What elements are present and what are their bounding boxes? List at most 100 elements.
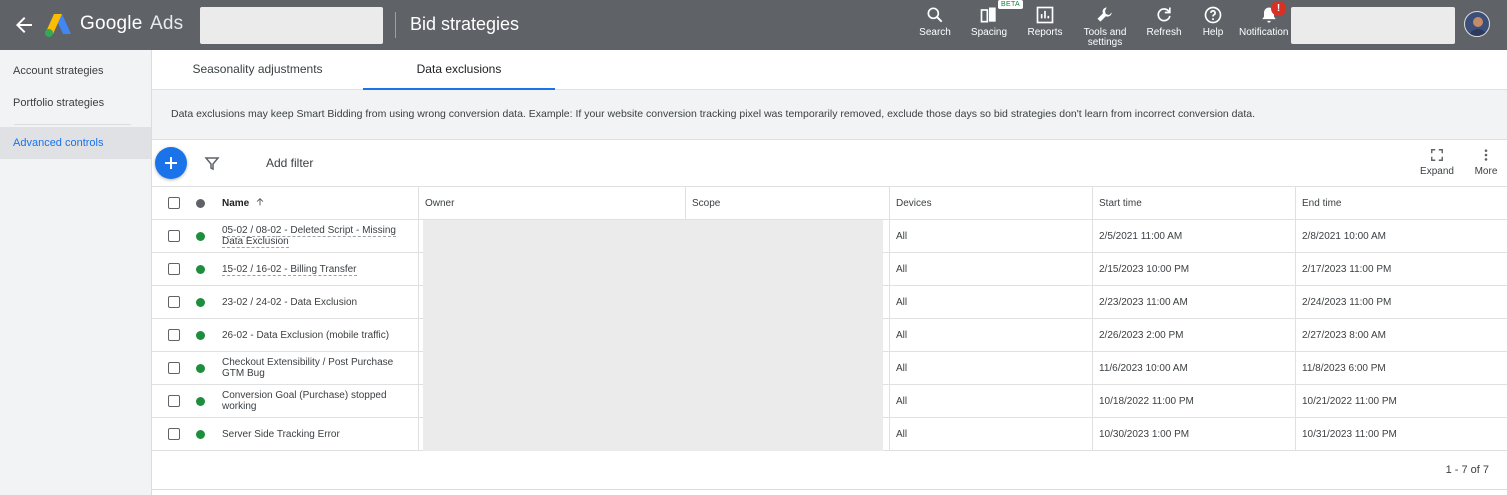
column-header-start-time[interactable]: Start time [1099,187,1142,220]
status-enabled-icon [196,397,205,406]
plus-icon [165,157,177,169]
search-button[interactable]: Search [917,4,953,38]
end-time-cell: 2/24/2023 11:00 PM [1302,297,1392,308]
column-header-end-time[interactable]: End time [1302,187,1341,220]
exclusion-name-link[interactable]: 05-02 / 08-02 - Deleted Script - Missing… [222,225,417,248]
start-time-cell: 2/5/2021 11:00 AM [1099,231,1183,242]
notification-badge: ! [1271,1,1286,16]
reports-button[interactable]: Reports [1025,4,1065,38]
tab-seasonality-adjustments[interactable]: Seasonality adjustments [152,50,363,90]
tab-bar: Seasonality adjustments Data exclusions [152,50,1507,90]
brand-google: Google [80,13,143,34]
avatar-icon [1469,17,1487,36]
sidebar-item-account-strategies[interactable]: Account strategies [0,55,151,87]
exclusion-name: 26-02 - Data Exclusion (mobile traffic) [222,330,390,341]
account-selector-redacted[interactable] [200,7,383,44]
end-time-cell: 10/21/2022 11:00 PM [1302,396,1397,407]
select-all-checkbox[interactable] [168,197,180,209]
notifications-label: Notification [1239,27,1289,38]
owner-scope-redacted [423,220,883,451]
devices-cell: All [896,363,908,374]
status-enabled-icon [196,232,205,241]
beta-badge: BETA [998,0,1023,9]
row-checkbox[interactable] [168,296,180,308]
column-header-devices[interactable]: Devices [896,187,932,220]
table-header: Name Owner Scope Devices Start time End … [152,187,1507,220]
expand-button[interactable]: Expand [1417,148,1457,177]
exclusion-name-link[interactable]: Server Side Tracking Error [222,429,417,440]
devices-cell: All [896,396,908,407]
column-header-scope[interactable]: Scope [692,187,720,220]
sidebar-item-advanced-controls[interactable]: Advanced controls [0,127,151,159]
exclusion-name-link[interactable]: 15-02 / 16-02 - Billing Transfer [222,264,417,276]
more-vert-icon [1484,149,1488,161]
search-label: Search [919,27,951,38]
filter-icon[interactable] [204,155,220,171]
search-icon [927,7,943,23]
sidebar-item-portfolio-strategies[interactable]: Portfolio strategies [0,87,151,119]
row-checkbox[interactable] [168,428,180,440]
row-checkbox[interactable] [168,230,180,242]
refresh-icon [1157,7,1171,22]
exclusion-name: 23-02 / 24-02 - Data Exclusion [222,297,358,308]
page-title: Bid strategies [410,14,520,34]
row-checkbox[interactable] [168,395,180,407]
row-checkbox[interactable] [168,362,180,374]
exclusion-name: Checkout Extensibility / Post Purchase G… [222,357,394,379]
devices-cell: All [896,297,908,308]
exclusion-name-link[interactable]: Conversion Goal (Purchase) stopped worki… [222,390,392,412]
row-checkbox[interactable] [168,263,180,275]
exclusion-name-link[interactable]: 23-02 / 24-02 - Data Exclusion [222,297,417,308]
column-header-name[interactable]: Name [222,187,265,220]
add-exclusion-button[interactable] [155,147,187,179]
status-enabled-icon [196,364,205,373]
nav-divider [14,124,131,125]
refresh-label: Refresh [1146,27,1182,38]
avatar[interactable] [1464,11,1490,37]
left-nav: Account strategies Portfolio strategies … [0,50,152,495]
tools-settings-button[interactable]: Tools and settings [1080,4,1130,48]
end-time-cell: 2/17/2023 11:00 PM [1302,264,1392,275]
row-checkbox[interactable] [168,329,180,341]
customer-id-redacted [1291,7,1455,44]
spacing-button[interactable]: Spacing [969,4,1009,38]
status-enabled-icon [196,265,205,274]
status-enabled-icon [196,331,205,340]
add-filter-button[interactable]: Add filter [266,156,313,170]
start-time-cell: 10/30/2023 1:00 PM [1099,429,1190,440]
tab-data-exclusions[interactable]: Data exclusions [363,50,555,90]
status-enabled-icon [196,430,205,439]
reports-label: Reports [1027,27,1063,38]
end-time-cell: 10/31/2023 11:00 PM [1302,429,1397,440]
devices-cell: All [896,429,908,440]
exclusion-name-link[interactable]: 26-02 - Data Exclusion (mobile traffic) [222,330,417,341]
start-time-cell: 2/26/2023 2:00 PM [1099,330,1184,341]
brand-ads: Ads [149,13,184,34]
table-footer: 1 - 7 of 7 [152,451,1507,490]
refresh-button[interactable]: Refresh [1143,4,1185,38]
more-button[interactable]: More [1470,148,1502,177]
more-label: More [1474,166,1498,177]
help-label: Help [1202,27,1224,38]
help-button[interactable]: Help [1198,4,1228,38]
main-content: Seasonality adjustments Data exclusions … [152,50,1507,495]
start-time-cell: 10/18/2022 11:00 PM [1099,396,1194,407]
spacing-icon [980,7,996,23]
back-arrow-icon[interactable] [12,13,36,37]
exclusion-name-link[interactable]: Checkout Extensibility / Post Purchase G… [222,357,417,379]
column-separator [685,187,686,220]
tools-label-2: settings [1087,37,1123,48]
expand-label: Expand [1420,166,1454,177]
end-time-cell: 2/27/2023 8:00 AM [1302,330,1386,341]
brand-name: Google Ads [80,13,183,35]
wrench-icon [1097,7,1112,22]
status-header-icon [196,199,205,208]
table-toolbar: Add filter Expand More [152,140,1507,187]
google-ads-logo-icon [45,14,71,37]
column-header-owner[interactable]: Owner [425,187,454,220]
exclusion-name: 05-02 / 08-02 - Deleted Script - Missing… [222,225,396,248]
start-time-cell: 2/15/2023 10:00 PM [1099,264,1190,275]
devices-cell: All [896,231,908,242]
end-time-cell: 11/8/2023 6:00 PM [1302,363,1386,374]
info-banner: Data exclusions may keep Smart Bidding f… [152,90,1507,140]
